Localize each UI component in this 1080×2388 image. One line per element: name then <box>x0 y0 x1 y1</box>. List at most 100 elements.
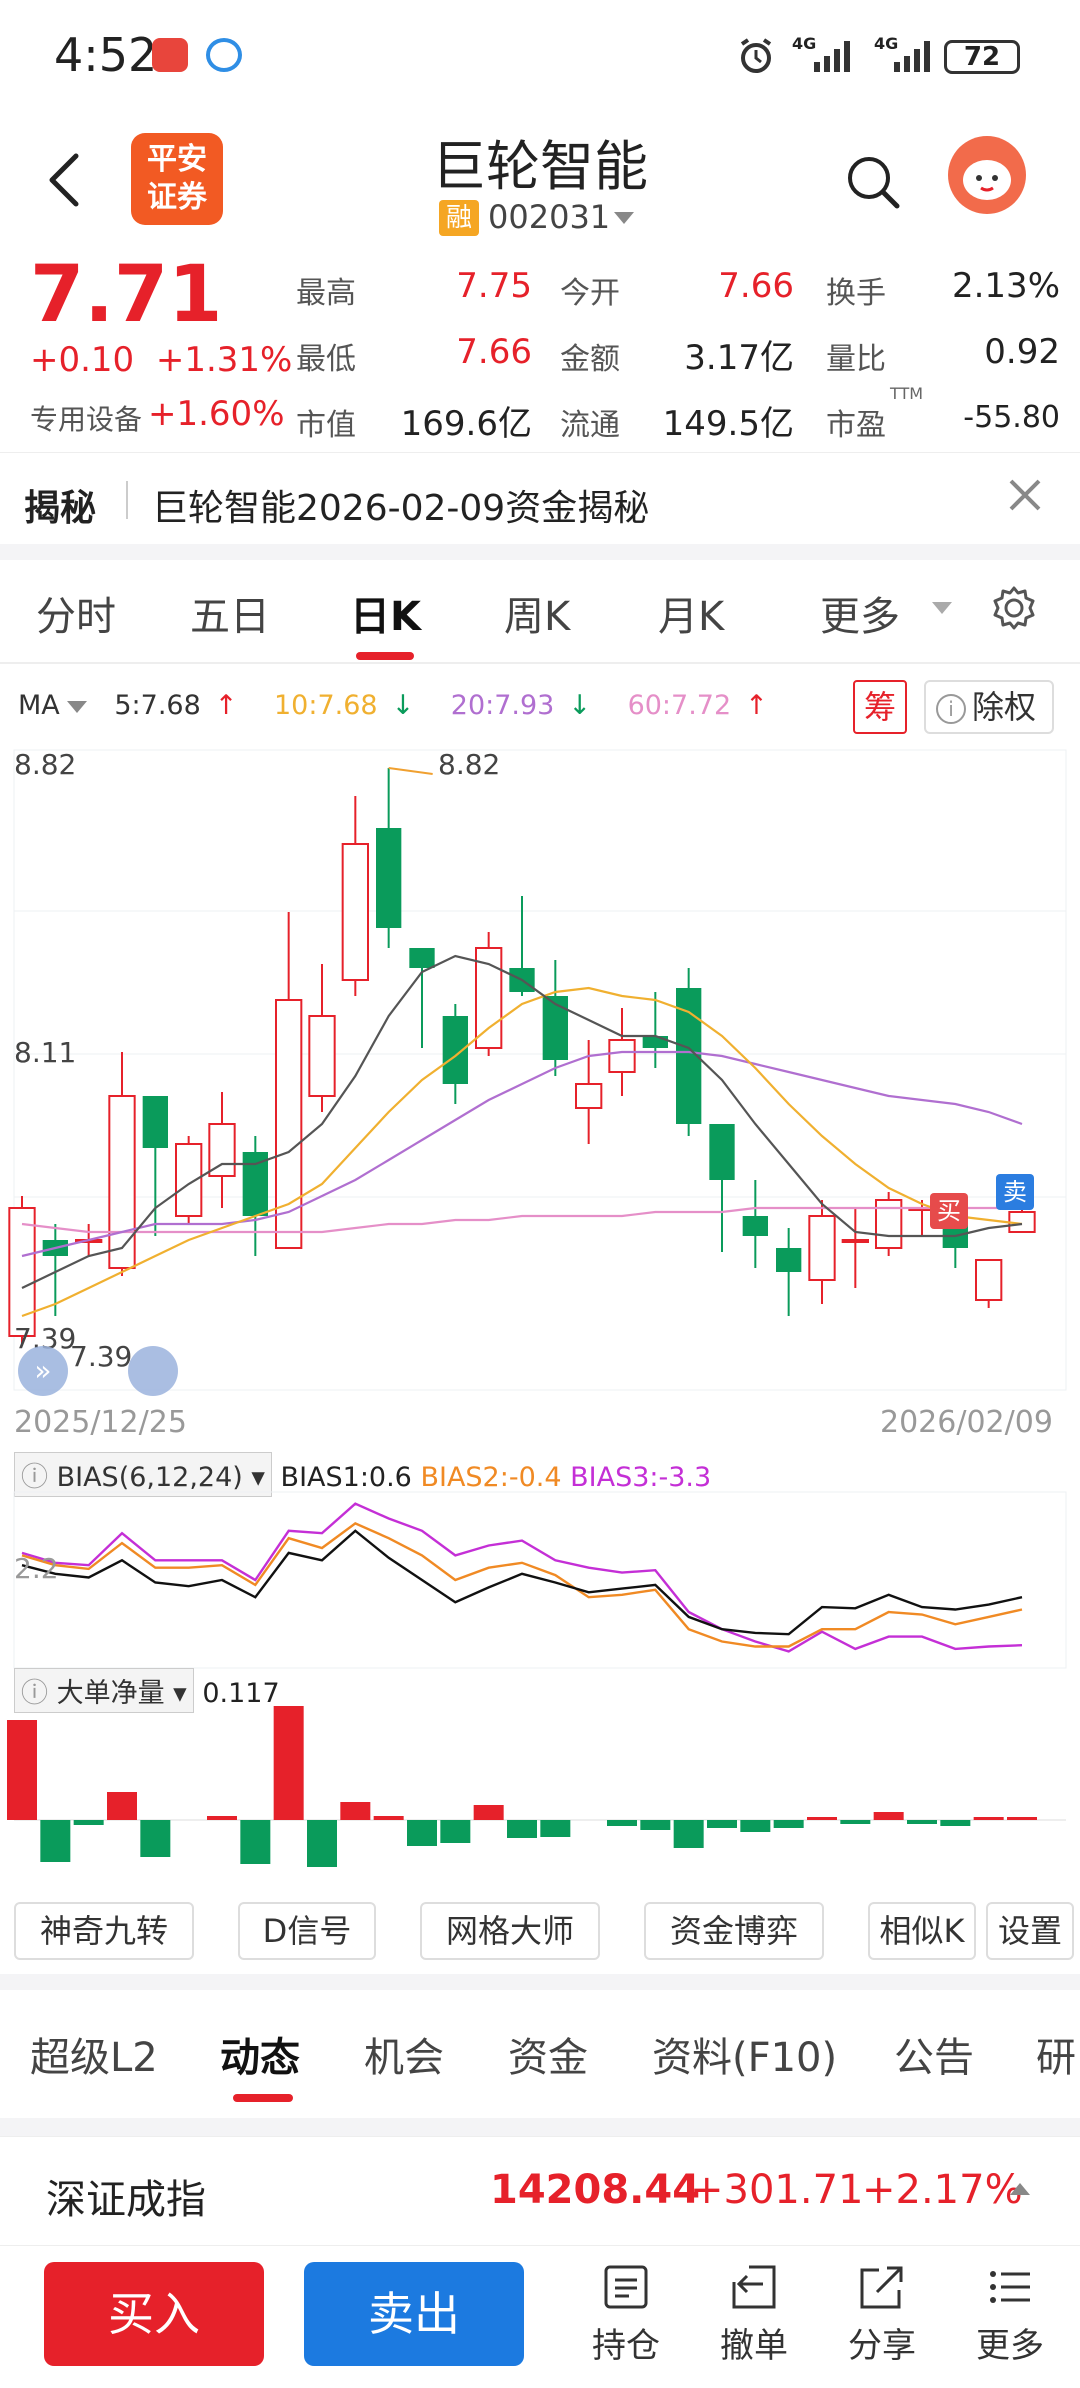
candle-body <box>742 1216 768 1236</box>
dadan-bar <box>7 1720 37 1820</box>
more-action[interactable]: 更多 <box>960 2262 1060 2367</box>
bias3-value: BIAS3:-3.3 <box>570 1462 712 1493</box>
tab-more[interactable]: 更多 <box>820 584 900 642</box>
tab-super-l2[interactable]: 超级L2 <box>30 2025 158 2083</box>
share-label: 分享 <box>848 2326 916 2366</box>
index-ticker[interactable]: 深证成指 14208.44 +301.71 +2.17% <box>0 2136 1080 2246</box>
sector-name[interactable]: 专用设备 <box>30 398 142 438</box>
tab-daily-k[interactable]: 日K <box>350 584 421 642</box>
sell-signal-mark[interactable]: 卖 <box>996 1174 1034 1210</box>
dadan-value: 0.117 <box>202 1678 280 1709</box>
candle-body <box>442 1016 468 1084</box>
banner-tag: 揭秘 <box>24 488 97 529</box>
dadan-bar <box>440 1820 471 1843</box>
tool-fund-game[interactable]: 资金博弈 <box>644 1902 824 1960</box>
tool-similar-k[interactable]: 相似K <box>868 1902 976 1960</box>
alarm-icon <box>740 38 772 73</box>
tool-nine-turn[interactable]: 神奇九转 <box>14 1902 194 1960</box>
pe-label: 市盈 <box>826 408 886 443</box>
date-start: 2025/12/25 <box>14 1405 187 1440</box>
ma-label[interactable]: MA <box>18 690 60 721</box>
bias-chart[interactable] <box>0 1490 1080 1670</box>
share-action[interactable]: 分享 <box>832 2262 932 2367</box>
ma-legend[interactable]: MA 5:7.68 ↑ 10:7.68 ↓ 20:7.93 ↓ 60:7.72 ↑ <box>18 690 796 721</box>
tool-settings[interactable]: 设置 <box>986 1902 1074 1960</box>
broker-logo[interactable]: 平安 证券 <box>131 133 223 225</box>
last-price: 7.71 <box>30 250 223 340</box>
tab-f10[interactable]: 资料(F10) <box>652 2025 837 2083</box>
tab-five-day[interactable]: 五日 <box>190 584 270 642</box>
tool-d-signal[interactable]: D信号 <box>238 1902 376 1960</box>
dadan-bar <box>873 1812 904 1820</box>
stock-code[interactable]: 002031 <box>488 198 610 236</box>
sub-tab-indicator <box>233 2094 293 2102</box>
more-dropdown-icon[interactable] <box>930 600 954 616</box>
dadan-bar <box>40 1820 71 1862</box>
ma10-line <box>21 986 1023 1318</box>
turnover-label: 换手 <box>826 276 886 311</box>
tab-research[interactable]: 研 <box>1036 2025 1076 2083</box>
volratio-value: 0.92 <box>984 332 1060 372</box>
tool-grid-master[interactable]: 网格大师 <box>420 1902 600 1960</box>
browser-app-icon <box>206 38 242 72</box>
ma5-line <box>21 954 1023 1289</box>
ex-rights-label: 除权 <box>972 688 1037 726</box>
expand-left-icon[interactable]: » <box>18 1346 68 1396</box>
ma-dropdown-icon[interactable] <box>66 700 88 714</box>
assistant-avatar[interactable] <box>948 136 1026 214</box>
bias2-value: BIAS2:-0.4 <box>420 1462 562 1493</box>
tab-announcement[interactable]: 公告 <box>894 2025 974 2083</box>
open-value: 7.66 <box>718 266 794 306</box>
dadan-bar <box>807 1817 837 1820</box>
date-end: 2026/02/09 <box>880 1405 1053 1440</box>
ma60-value: 60:7.72 ↑ <box>627 690 768 721</box>
turnover-value: 2.13% <box>951 266 1060 306</box>
tab-monthly-k[interactable]: 月K <box>658 584 724 642</box>
dadan-bar <box>207 1816 237 1820</box>
info-banner[interactable]: 揭秘 巨轮智能2026-02-09资金揭秘 <box>0 452 1080 544</box>
logo-line-1: 平安 <box>147 142 207 177</box>
logo-line-2: 证券 <box>147 180 207 215</box>
gear-icon[interactable] <box>990 584 1038 632</box>
price-change: +0.10 +1.31% <box>30 340 292 380</box>
high-value: 7.75 <box>456 266 532 306</box>
tab-weekly-k[interactable]: 周K <box>504 584 570 642</box>
dadan-bar <box>473 1805 504 1820</box>
mcap-label: 市值 <box>296 408 356 443</box>
chevron-down-icon[interactable] <box>612 210 636 226</box>
dadan-bar <box>940 1820 971 1826</box>
tab-dynamics[interactable]: 动态 <box>220 2025 300 2083</box>
battery-icon: 72 <box>944 40 1020 74</box>
tab-intraday[interactable]: 分时 <box>36 584 116 642</box>
position-action[interactable]: 持仓 <box>576 2262 676 2367</box>
back-arrow-icon[interactable] <box>40 150 90 210</box>
tab-opportunity[interactable]: 机会 <box>364 2025 444 2083</box>
buy-button[interactable]: 买入 <box>44 2262 264 2366</box>
dadan-bar <box>340 1802 371 1820</box>
fullscreen-icon[interactable] <box>128 1346 178 1396</box>
sell-button[interactable]: 卖出 <box>304 2262 524 2366</box>
ex-rights-button[interactable]: i 除权 <box>924 680 1054 734</box>
tab-funds[interactable]: 资金 <box>508 2025 588 2083</box>
banner-divider <box>126 481 128 519</box>
dadan-chart[interactable] <box>0 1706 1080 1886</box>
dadan-bar <box>540 1820 571 1837</box>
signal-bars-icon-1 <box>814 41 850 72</box>
status-bar: 4:52 4G 4G 72 <box>0 0 1080 110</box>
dadan-bar <box>640 1820 671 1830</box>
min-price-label: 7.39 <box>70 1340 133 1373</box>
change-abs: +0.10 <box>30 340 135 380</box>
search-icon[interactable] <box>845 154 901 210</box>
candle-body <box>776 1248 802 1272</box>
dadan-bar <box>773 1820 804 1828</box>
banner-text[interactable]: 巨轮智能2026-02-09资金揭秘 <box>152 479 649 531</box>
buy-signal-mark[interactable]: 买 <box>930 1193 968 1229</box>
close-icon[interactable] <box>1005 475 1045 515</box>
dadan-bar <box>73 1820 104 1825</box>
chip-distribution-button[interactable]: 筹 <box>853 680 907 734</box>
bias1-value: BIAS1:0.6 <box>280 1462 412 1493</box>
ma20-line <box>21 1050 1023 1258</box>
chevron-up-icon[interactable] <box>1008 2181 1032 2197</box>
cancel-order-action[interactable]: 撤单 <box>704 2262 804 2367</box>
kline-chart[interactable] <box>0 740 1080 1400</box>
